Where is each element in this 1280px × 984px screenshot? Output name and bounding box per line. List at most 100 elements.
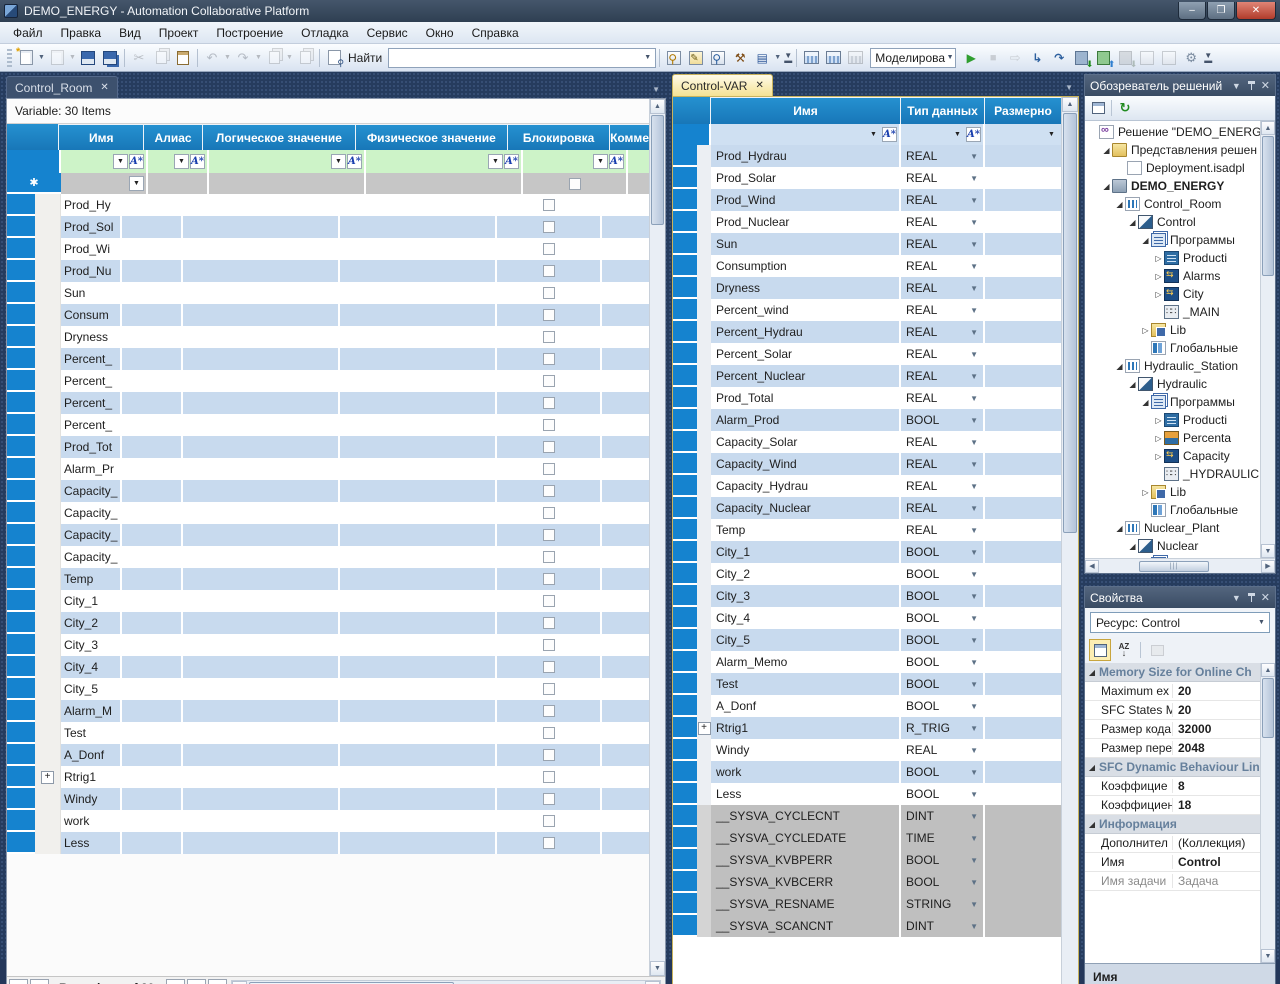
row-selector[interactable] xyxy=(673,783,697,805)
row-selector[interactable] xyxy=(7,370,35,392)
cell-name[interactable]: Temp xyxy=(61,568,122,590)
cell-alias[interactable] xyxy=(122,480,183,502)
column-header-physical[interactable]: Физическое значение xyxy=(355,124,509,150)
cell-comment[interactable] xyxy=(602,392,649,414)
cell-name[interactable]: Prod_Wi xyxy=(61,238,122,260)
cell-comment[interactable] xyxy=(602,282,649,304)
cell-type[interactable]: REAL ▼ xyxy=(901,321,985,343)
cell-dimension[interactable] xyxy=(985,233,1061,255)
cell-comment[interactable] xyxy=(602,700,649,722)
cell-comment[interactable] xyxy=(602,568,649,590)
variable-row[interactable]: Capacity_ xyxy=(7,546,649,568)
variable-row[interactable]: Test BOOL ▼ xyxy=(673,673,1061,695)
cell-name[interactable]: Temp xyxy=(711,519,901,541)
cell-physical-value[interactable] xyxy=(340,832,497,854)
type-dropdown-icon[interactable]: ▼ xyxy=(970,482,978,491)
scroll-up-icon[interactable]: ▲ xyxy=(1261,121,1275,135)
expand-icon[interactable]: ▷ xyxy=(1140,326,1151,335)
properties-button[interactable] xyxy=(1088,98,1108,118)
cell-dimension[interactable] xyxy=(985,695,1061,717)
property-value[interactable]: 32000 xyxy=(1173,722,1260,736)
lock-checkbox[interactable] xyxy=(542,199,555,211)
variable-row[interactable]: Test xyxy=(7,722,649,744)
row-selector[interactable] xyxy=(673,343,697,365)
collapse-icon[interactable]: ◢ xyxy=(1101,146,1112,155)
add-item-button[interactable] xyxy=(47,48,67,68)
cell-lock[interactable] xyxy=(497,634,602,656)
cell-logical-value[interactable] xyxy=(183,458,340,480)
tree-item-программы[interactable]: ◢ Программы xyxy=(1085,393,1260,411)
cell-name[interactable]: City_4 xyxy=(711,607,901,629)
type-dropdown-icon[interactable]: ▼ xyxy=(970,218,978,227)
cell-type[interactable]: REAL ▼ xyxy=(901,365,985,387)
lock-checkbox[interactable] xyxy=(542,815,555,827)
variable-row[interactable]: Prod_Tot xyxy=(7,436,649,458)
cell-logical-value[interactable] xyxy=(183,216,340,238)
cell-comment[interactable] xyxy=(602,370,649,392)
lock-checkbox[interactable] xyxy=(542,639,555,651)
cell-alias[interactable] xyxy=(122,194,183,216)
filter-cell-dimension[interactable]: ▼ xyxy=(985,124,1061,145)
lock-checkbox[interactable] xyxy=(542,309,555,321)
cell-physical-value[interactable] xyxy=(340,216,497,238)
center-vertical-scrollbar[interactable]: ▲ ▼ xyxy=(1061,97,1078,984)
tree-item-_hydraulic[interactable]: _HYDRAULIC xyxy=(1085,465,1260,483)
row-selector[interactable] xyxy=(7,832,35,854)
pin-icon[interactable] xyxy=(1247,81,1255,90)
tree-item-producti[interactable]: ▷ Producti xyxy=(1085,411,1260,429)
cell-type[interactable]: REAL ▼ xyxy=(901,167,985,189)
variable-row[interactable]: Prod_Sol xyxy=(7,216,649,238)
cell-logical-value[interactable] xyxy=(183,370,340,392)
cell-name[interactable]: Capacity_ xyxy=(61,524,122,546)
cell-alias[interactable] xyxy=(122,744,183,766)
prev-record-button[interactable]: ◀ xyxy=(30,978,49,984)
cell-logical-value[interactable] xyxy=(183,832,340,854)
cell-physical-value[interactable] xyxy=(340,656,497,678)
property-row[interactable]: Дополнител (Коллекция) xyxy=(1085,834,1260,853)
cell-type[interactable]: REAL ▼ xyxy=(901,343,985,365)
row-selector[interactable] xyxy=(673,563,697,585)
variable-row[interactable]: Dryness REAL ▼ xyxy=(673,277,1061,299)
variable-row[interactable]: Alarm_Memo BOOL ▼ xyxy=(673,651,1061,673)
row-selector[interactable] xyxy=(673,893,697,915)
menu-Окно[interactable]: Окно xyxy=(417,24,463,42)
cell-type[interactable]: BOOL ▼ xyxy=(901,673,985,695)
variable-row[interactable]: Alarm_Prod BOOL ▼ xyxy=(673,409,1061,431)
cell-logical-value[interactable] xyxy=(183,282,340,304)
cell-logical-value[interactable] xyxy=(183,744,340,766)
row-selector[interactable] xyxy=(673,475,697,497)
minimize-button[interactable]: – xyxy=(1178,2,1206,20)
variable-row[interactable]: Dryness xyxy=(7,326,649,348)
lock-checkbox[interactable] xyxy=(542,529,555,541)
cell-name[interactable]: Percent_ xyxy=(61,370,122,392)
tab-control-room[interactable]: Control_Room ✕ xyxy=(6,76,118,98)
cell-dimension[interactable] xyxy=(985,629,1061,651)
variable-row[interactable]: Percent_Solar REAL ▼ xyxy=(673,343,1061,365)
cell-physical-value[interactable] xyxy=(340,282,497,304)
cell-logical-value[interactable] xyxy=(183,700,340,722)
cell-type[interactable]: REAL ▼ xyxy=(901,145,985,167)
cell-logical-value[interactable] xyxy=(183,326,340,348)
cell-physical-value[interactable] xyxy=(340,524,497,546)
cell-comment[interactable] xyxy=(602,348,649,370)
variable-row[interactable]: Capacity_Hydrau REAL ▼ xyxy=(673,475,1061,497)
cell-name[interactable]: City_3 xyxy=(711,585,901,607)
lock-checkbox[interactable] xyxy=(542,595,555,607)
menu-Справка[interactable]: Справка xyxy=(463,24,528,42)
cell-comment[interactable] xyxy=(602,502,649,524)
variable-row[interactable]: City_1 xyxy=(7,590,649,612)
cell-logical-value[interactable] xyxy=(183,546,340,568)
variable-row[interactable]: Capacity_ xyxy=(7,480,649,502)
type-dropdown-icon[interactable]: ▼ xyxy=(970,306,978,315)
close-icon[interactable]: ✕ xyxy=(1261,79,1270,92)
variable-row[interactable]: Consum xyxy=(7,304,649,326)
cell-physical-value[interactable] xyxy=(340,700,497,722)
lock-checkbox[interactable] xyxy=(542,507,555,519)
expand-icon[interactable]: ▷ xyxy=(1153,272,1164,281)
search-in-files-button[interactable] xyxy=(664,48,684,68)
cell-dimension[interactable] xyxy=(985,299,1061,321)
tree-item-control_room[interactable]: ◢ Control_Room xyxy=(1085,195,1260,213)
stop-build-button[interactable] xyxy=(845,48,865,68)
type-dropdown-icon[interactable]: ▼ xyxy=(970,746,978,755)
cell-dimension[interactable] xyxy=(985,783,1061,805)
